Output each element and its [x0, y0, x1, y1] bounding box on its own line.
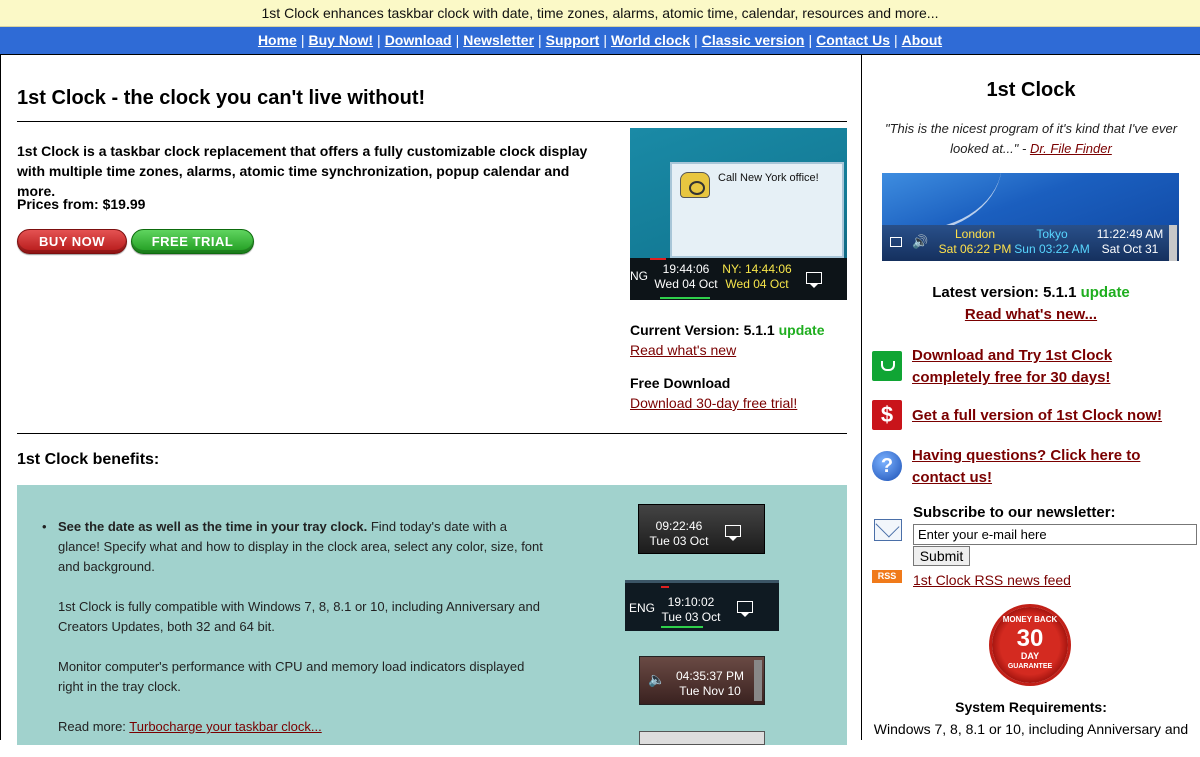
benefits-box: • See the date as well as the time in yo…: [17, 485, 847, 745]
envelope-icon: [874, 519, 902, 541]
speaker-icon: 🔈: [648, 671, 666, 687]
notification-icon: [725, 525, 741, 541]
read-whats-new-link[interactable]: Read what's new: [630, 342, 736, 358]
get-full-version-link[interactable]: Get a full version of 1st Clock now!: [912, 407, 1162, 424]
sidebar: 1st Clock "This is the nicest program of…: [862, 54, 1200, 740]
network-icon: [890, 237, 902, 247]
testimonial-author-link[interactable]: Dr. File Finder: [1030, 141, 1112, 156]
nav-contact-us[interactable]: Contact Us: [816, 32, 890, 48]
nav-about[interactable]: About: [902, 32, 942, 48]
question-icon[interactable]: ?: [872, 451, 902, 481]
free-download-label: Free Download: [630, 375, 731, 391]
clock-sample-1: 09:22:46 Tue 03 Oct: [638, 504, 765, 554]
sidebar-title: 1st Clock: [986, 79, 1076, 101]
download-trial-link[interactable]: Download 30-day free trial!: [630, 395, 797, 411]
intro-text: 1st Clock is a taskbar clock replacement…: [17, 143, 588, 199]
notification-icon: [737, 601, 753, 617]
clock-sample-2: ENG 19:10:02 Tue 03 Oct: [625, 580, 779, 631]
clock-sample-4: [639, 731, 765, 745]
contact-us-link[interactable]: Having questions? Click here to contact …: [912, 447, 1140, 486]
newsletter-label: Subscribe to our newsletter:: [913, 504, 1116, 521]
phone-icon: [680, 172, 710, 198]
testimonial: "This is the nicest program of it's kind…: [884, 121, 1178, 156]
nav-newsletter[interactable]: Newsletter: [463, 32, 534, 48]
prices-text: Prices from: $19.99: [17, 196, 146, 212]
nav-bar: Home | Buy Now! | Download | Newsletter | Suppor…: [0, 27, 1200, 54]
benefits-title: 1st Clock benefits:: [17, 451, 160, 468]
rss-icon[interactable]: RSS: [872, 570, 902, 583]
bullet-icon: •: [42, 519, 47, 534]
nav-home[interactable]: Home: [258, 32, 297, 48]
product-screenshot: Call New York office! NG 19:44:06 Wed 04 …: [630, 128, 847, 300]
ny-clock: NY: 14:44:06 Wed 04 Oct: [722, 262, 792, 291]
read-more-link[interactable]: Turbocharge your taskbar clock...: [129, 719, 321, 734]
local-clock: 19:44:06 Wed 04 Oct: [654, 262, 718, 291]
buy-now-button[interactable]: BUY NOW: [17, 229, 127, 254]
submit-button[interactable]: Submit: [913, 546, 970, 566]
sidebar-read-whats-new-link[interactable]: Read what's new...: [965, 306, 1097, 323]
free-trial-button[interactable]: FREE TRIAL: [131, 229, 254, 254]
download-try-link[interactable]: Download and Try 1st Clock completely fr…: [912, 347, 1112, 386]
system-requirements-text: Windows 7, 8, 8.1 or 10, including Anniv…: [873, 721, 1189, 737]
email-input[interactable]: [913, 524, 1197, 545]
nav-classic-version[interactable]: Classic version: [702, 32, 805, 48]
rss-feed-link[interactable]: 1st Clock RSS news feed: [913, 572, 1071, 588]
page-title: 1st Clock - the clock you can't live wit…: [17, 87, 426, 109]
alarm-popup: Call New York office!: [670, 162, 844, 258]
benefit-item: • See the date as well as the time in yo…: [42, 519, 543, 734]
update-label: update: [778, 322, 825, 338]
system-requirements-title: System Requirements:: [955, 699, 1107, 715]
nav-support[interactable]: Support: [546, 32, 600, 48]
clock-sample-3: 🔈 04:35:37 PM Tue Nov 10: [639, 656, 765, 705]
language-indicator: NG: [630, 269, 648, 283]
notification-icon: [806, 272, 822, 288]
world-clock-screenshot: 🔊 London Sat 06:22 PM Tokyo Sun 03:22 AM 1…: [882, 173, 1179, 261]
taskbar: NG 19:44:06 Wed 04 Oct NY: 14:44:06 Wed 04…: [630, 258, 847, 300]
top-banner: 1st Clock enhances taskbar clock with da…: [0, 0, 1200, 27]
divider: [17, 433, 847, 434]
download-icon[interactable]: [872, 351, 902, 381]
nav-world-clock[interactable]: World clock: [611, 32, 690, 48]
current-version: Current Version: 5.1.1 update: [630, 322, 825, 338]
main-content: 1st Clock - the clock you can't live wit…: [0, 54, 862, 745]
nav-download[interactable]: Download: [385, 32, 452, 48]
banner-text: 1st Clock enhances taskbar clock with da…: [261, 5, 939, 21]
divider: [17, 121, 847, 122]
money-back-guarantee-seal: MONEY BACK 30 DAY GUARANTEE: [992, 607, 1068, 683]
speaker-icon: 🔊: [912, 234, 929, 249]
nav-buy-now[interactable]: Buy Now!: [308, 32, 373, 48]
latest-version: Latest version: 5.1.1 update: [932, 284, 1130, 301]
alarm-message: Call New York office!: [718, 172, 819, 184]
dollar-icon[interactable]: $: [872, 400, 902, 430]
